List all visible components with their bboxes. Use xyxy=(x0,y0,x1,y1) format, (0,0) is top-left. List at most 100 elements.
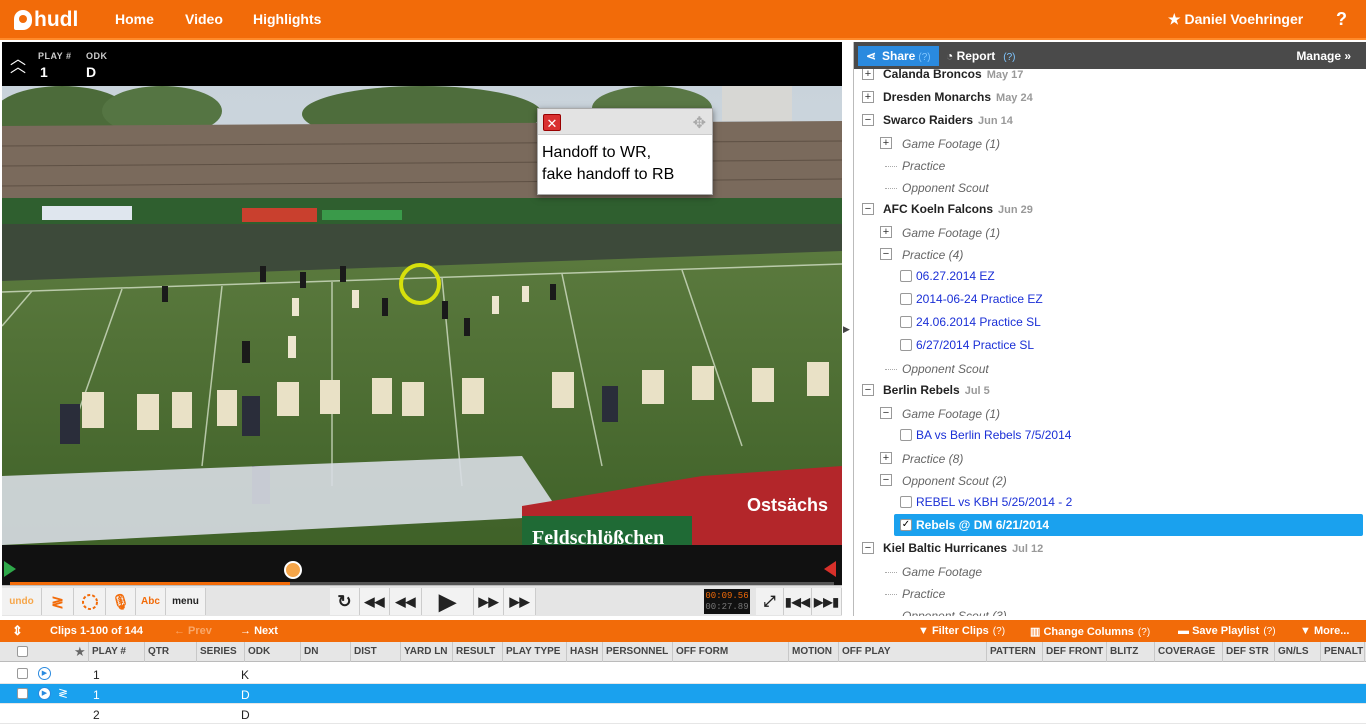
table-row[interactable]: 2D xyxy=(0,704,1366,724)
play-icon[interactable]: ▶ xyxy=(422,588,474,615)
grid-column-header[interactable]: RESULT xyxy=(453,642,503,662)
expand-toggle-icon[interactable]: − xyxy=(880,474,892,486)
prev-page-link[interactable]: ← Prev xyxy=(174,625,212,637)
sidebar-toggle-icon[interactable]: ▶ xyxy=(843,324,850,335)
expand-toggle-icon[interactable]: + xyxy=(880,452,892,464)
video-link[interactable]: 06.27.2014 EZ xyxy=(916,269,995,283)
tree-category-row[interactable]: Game Footage xyxy=(854,562,1366,582)
expand-toggle-icon[interactable]: − xyxy=(862,542,874,554)
collapse-up-icon[interactable]: ︿ ︿ xyxy=(10,52,26,76)
save-playlist-button[interactable]: ▬ Save Playlist (?) xyxy=(1178,625,1276,637)
video-checkbox[interactable] xyxy=(900,496,912,508)
tree-category-row[interactable]: Opponent Scout xyxy=(854,359,1366,379)
grid-column-header[interactable]: MOTION xyxy=(789,642,839,662)
note-titlebar[interactable]: ✕ ✥ xyxy=(538,109,712,135)
user-menu[interactable]: ★ Daniel Voehringer xyxy=(1168,11,1303,28)
tree-category-row[interactable]: Practice xyxy=(854,156,1366,176)
tree-video-row[interactable]: BA vs Berlin Rebels 7/5/2014 xyxy=(854,425,1366,445)
more-menu-button[interactable]: ▼ More... xyxy=(1300,625,1349,637)
undo-button[interactable]: undo xyxy=(2,588,42,615)
tree-video-row[interactable]: 06.27.2014 EZ xyxy=(854,266,1366,286)
grid-column-header[interactable]: QTR xyxy=(145,642,197,662)
grid-column-header[interactable]: BLITZ xyxy=(1107,642,1155,662)
grid-column-header[interactable]: PERSONNEL xyxy=(603,642,673,662)
tree-category-row[interactable]: − Game Footage (1) xyxy=(854,404,1366,424)
tree-category-row[interactable]: + Game Footage (1) xyxy=(854,134,1366,154)
video-checkbox-checked[interactable]: ✓ xyxy=(900,519,912,531)
star-icon[interactable]: ★ xyxy=(74,644,86,660)
row-checkbox[interactable] xyxy=(17,668,28,679)
video-checkbox[interactable] xyxy=(900,270,912,282)
report-help[interactable]: (?) xyxy=(1003,52,1015,63)
next-clip-icon[interactable]: ▶▶▮ xyxy=(812,588,842,615)
circle-tool-icon[interactable] xyxy=(74,588,106,615)
tree-category-row[interactable]: − Opponent Scout (2) xyxy=(854,471,1366,491)
video-frame[interactable]: Feldschlößchen Ostsächs xyxy=(2,86,842,545)
grid-column-header[interactable]: GN/LS xyxy=(1275,642,1321,662)
grid-column-header[interactable]: ODK xyxy=(245,642,301,662)
end-marker-icon[interactable] xyxy=(824,561,836,577)
draw-line-tool-icon[interactable]: ≷ xyxy=(42,588,74,615)
tree-team-row[interactable]: − Swarco Raiders Jun 14 xyxy=(854,111,1366,131)
video-link[interactable]: 2014-06-24 Practice EZ xyxy=(916,292,1043,306)
note-textarea[interactable]: Handoff to WR, fake handoff to RB xyxy=(538,135,712,193)
help-button[interactable]: ? xyxy=(1336,9,1347,30)
tree-team-row[interactable]: + Calanda Broncos May 17 xyxy=(854,69,1366,85)
grid-column-header[interactable]: PLAY # xyxy=(89,642,145,662)
grid-column-header[interactable]: OFF PLAY xyxy=(839,642,987,662)
grid-column-header[interactable]: SERIES xyxy=(197,642,245,662)
share-button[interactable]: ⋖ Share (?) xyxy=(858,46,939,66)
replay-icon[interactable]: ↻ xyxy=(330,588,360,615)
video-link[interactable]: REBEL vs KBH 5/25/2014 - 2 xyxy=(916,495,1072,509)
tree-category-row[interactable]: + Game Footage (1) xyxy=(854,223,1366,243)
move-icon[interactable]: ✥ xyxy=(693,113,706,133)
expand-toggle-icon[interactable]: − xyxy=(862,384,874,396)
grid-column-header[interactable]: DIST xyxy=(351,642,401,662)
expand-toggle-icon[interactable]: − xyxy=(862,114,874,126)
video-checkbox[interactable] xyxy=(900,429,912,441)
forward-icon[interactable]: ▶▶ xyxy=(474,588,504,615)
tree-video-row-selected[interactable]: ✓ Rebels @ DM 6/21/2014 xyxy=(854,514,1366,536)
annotation-note[interactable]: ✕ ✥ Handoff to WR, fake handoff to RB xyxy=(537,108,713,195)
select-all-checkbox[interactable] xyxy=(17,646,28,657)
expand-toggle-icon[interactable]: − xyxy=(880,248,892,260)
sort-toggle-icon[interactable]: ⇕ xyxy=(12,623,23,639)
expand-toggle-icon[interactable]: + xyxy=(880,137,892,149)
video-checkbox[interactable] xyxy=(900,293,912,305)
video-checkbox[interactable] xyxy=(900,316,912,328)
rewind-icon[interactable]: ◀◀ xyxy=(390,588,422,615)
table-row[interactable]: ▶ ≷ 1 D xyxy=(0,684,1366,704)
table-row[interactable]: ▶ 1 K xyxy=(0,664,1366,684)
timeline[interactable] xyxy=(2,545,842,586)
columns-help[interactable]: (?) xyxy=(1138,627,1150,638)
nav-home-link[interactable]: Home xyxy=(115,11,154,27)
video-link[interactable]: Rebels @ DM 6/21/2014 xyxy=(916,518,1049,532)
change-columns-button[interactable]: ▥ Change Columns (?) xyxy=(1030,625,1150,638)
tree-category-row[interactable]: − Practice (4) xyxy=(854,245,1366,265)
share-help[interactable]: (?) xyxy=(918,52,930,63)
video-link[interactable]: 24.06.2014 Practice SL xyxy=(916,315,1041,329)
expand-toggle-icon[interactable]: + xyxy=(862,69,874,80)
grid-column-header[interactable]: PATTERN xyxy=(987,642,1043,662)
report-button[interactable]: ◔ Report (?) xyxy=(946,49,1016,63)
video-link[interactable]: BA vs Berlin Rebels 7/5/2014 xyxy=(916,428,1071,442)
nav-highlights-link[interactable]: Highlights xyxy=(253,11,321,27)
tree-category-row[interactable]: Opponent Scout (3) xyxy=(854,606,1366,616)
filter-clips-button[interactable]: ▼ Filter Clips (?) xyxy=(918,625,1005,637)
next-page-link[interactable]: → Next xyxy=(240,625,278,637)
timeline-handle[interactable] xyxy=(284,561,302,579)
grid-column-header[interactable]: HASH xyxy=(567,642,603,662)
previous-clip-icon[interactable]: ▮◀◀ xyxy=(784,588,812,615)
grid-column-header[interactable]: PENALT xyxy=(1321,642,1365,662)
menu-button[interactable]: menu xyxy=(166,588,206,615)
grid-column-header[interactable]: DN xyxy=(301,642,351,662)
tree-category-row[interactable]: Practice xyxy=(854,584,1366,604)
tree-video-row[interactable]: 2014-06-24 Practice EZ xyxy=(854,289,1366,309)
tree-video-row[interactable]: 24.06.2014 Practice SL xyxy=(854,312,1366,332)
video-checkbox[interactable] xyxy=(900,339,912,351)
tree-video-row[interactable]: REBEL vs KBH 5/25/2014 - 2 xyxy=(854,492,1366,512)
rewind-fast-icon[interactable]: ◀◀ xyxy=(360,588,390,615)
tree-team-row[interactable]: − Kiel Baltic Hurricanes Jul 12 xyxy=(854,539,1366,559)
manage-button[interactable]: Manage » xyxy=(1296,49,1351,63)
playlist-help[interactable]: (?) xyxy=(1263,626,1275,637)
